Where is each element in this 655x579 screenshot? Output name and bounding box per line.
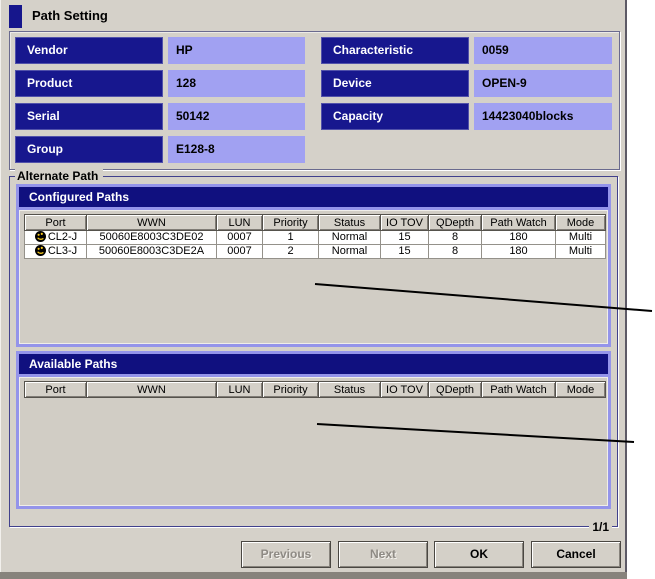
column-header-port[interactable]: Port (25, 215, 87, 231)
cell-lun: 0007 (217, 231, 263, 245)
cell-path-watch: 180 (482, 231, 556, 245)
alternate-path-groupbox: Alternate Path 1/1 Configured Paths Port… (9, 176, 618, 527)
cell-status: Normal (319, 231, 381, 245)
cell-mode: Multi (556, 231, 606, 245)
table-row[interactable]: CL3-J 50060E8003C3DE2A 0007 2 Normal 15 … (25, 245, 606, 259)
column-header-priority[interactable]: Priority (263, 215, 319, 231)
next-button[interactable]: Next (338, 541, 428, 568)
title-bar: Path Setting (1, 0, 625, 30)
cell-path-watch: 180 (482, 245, 556, 259)
info-field-value: 50142 (168, 103, 305, 130)
cell-status: Normal (319, 245, 381, 259)
path-status-icon (35, 231, 46, 242)
column-header-mode[interactable]: Mode (556, 215, 606, 231)
available-paths-table-area: Port WWN LUN Priority Status IO TOV QDep… (19, 377, 608, 506)
column-header-priority[interactable]: Priority (263, 382, 319, 398)
dialog-marker-icon (9, 5, 22, 28)
info-field-value: OPEN-9 (474, 70, 612, 97)
info-field-label: Capacity (321, 103, 469, 130)
info-field-value: E128-8 (168, 136, 305, 163)
path-status-icon (35, 245, 46, 256)
configured-paths-panel: Configured Paths Port WWN LUN Priority S… (16, 184, 611, 347)
table-row[interactable]: CL2-J 50060E8003C3DE02 0007 1 Normal 15 … (25, 231, 606, 245)
available-paths-table: Port WWN LUN Priority Status IO TOV QDep… (24, 381, 606, 398)
column-header-wwn[interactable]: WWN (87, 382, 217, 398)
configured-paths-table: Port WWN LUN Priority Status IO TOV QDep… (24, 214, 606, 259)
column-header-path-watch[interactable]: Path Watch (482, 382, 556, 398)
column-header-mode[interactable]: Mode (556, 382, 606, 398)
column-header-wwn[interactable]: WWN (87, 215, 217, 231)
column-header-qdepth[interactable]: QDepth (429, 215, 482, 231)
cell-qdepth: 8 (429, 245, 482, 259)
column-header-lun[interactable]: LUN (217, 215, 263, 231)
cell-mode: Multi (556, 245, 606, 259)
page-title: Path Setting (32, 8, 108, 23)
info-field-value: 14423040blocks (474, 103, 612, 130)
info-field-label: Device (321, 70, 469, 97)
info-field-label: Serial (15, 103, 163, 130)
cell-priority: 1 (263, 231, 319, 245)
column-header-qdepth[interactable]: QDepth (429, 382, 482, 398)
groupbox-legend: Alternate Path (15, 169, 103, 183)
column-header-lun[interactable]: LUN (217, 382, 263, 398)
cell-io-tov: 15 (381, 245, 429, 259)
available-paths-header: Available Paths (19, 354, 608, 374)
info-field-label: Product (15, 70, 163, 97)
column-header-path-watch[interactable]: Path Watch (482, 215, 556, 231)
info-field-value: 0059 (474, 37, 612, 64)
column-header-status[interactable]: Status (319, 215, 381, 231)
info-field-label: Group (15, 136, 163, 163)
column-header-io-tov[interactable]: IO TOV (381, 382, 429, 398)
window-bottom-edge (0, 572, 627, 579)
configured-paths-header: Configured Paths (19, 187, 608, 207)
info-field-value: HP (168, 37, 305, 64)
cell-port: CL2-J (48, 231, 77, 243)
cell-wwn: 50060E8003C3DE02 (87, 231, 217, 245)
page-indicator: 1/1 (589, 520, 612, 534)
cell-lun: 0007 (217, 245, 263, 259)
column-header-io-tov[interactable]: IO TOV (381, 215, 429, 231)
cell-wwn: 50060E8003C3DE2A (87, 245, 217, 259)
cell-qdepth: 8 (429, 231, 482, 245)
device-info-panel: Vendor HP Product 128 Serial 50142 Group… (9, 31, 620, 170)
available-paths-panel: Available Paths Port WWN LUN Priority St… (16, 351, 611, 509)
previous-button[interactable]: Previous (241, 541, 331, 568)
cell-io-tov: 15 (381, 231, 429, 245)
cell-port: CL3-J (48, 245, 77, 257)
path-setting-dialog: Path Setting Vendor HP Product 128 Seria… (0, 0, 627, 572)
configured-paths-table-area: Port WWN LUN Priority Status IO TOV QDep… (19, 210, 608, 344)
column-header-status[interactable]: Status (319, 382, 381, 398)
info-field-label: Characteristic (321, 37, 469, 64)
cell-priority: 2 (263, 245, 319, 259)
column-header-port[interactable]: Port (25, 382, 87, 398)
info-field-label: Vendor (15, 37, 163, 64)
cancel-button[interactable]: Cancel (531, 541, 621, 568)
ok-button[interactable]: OK (434, 541, 524, 568)
info-field-value: 128 (168, 70, 305, 97)
